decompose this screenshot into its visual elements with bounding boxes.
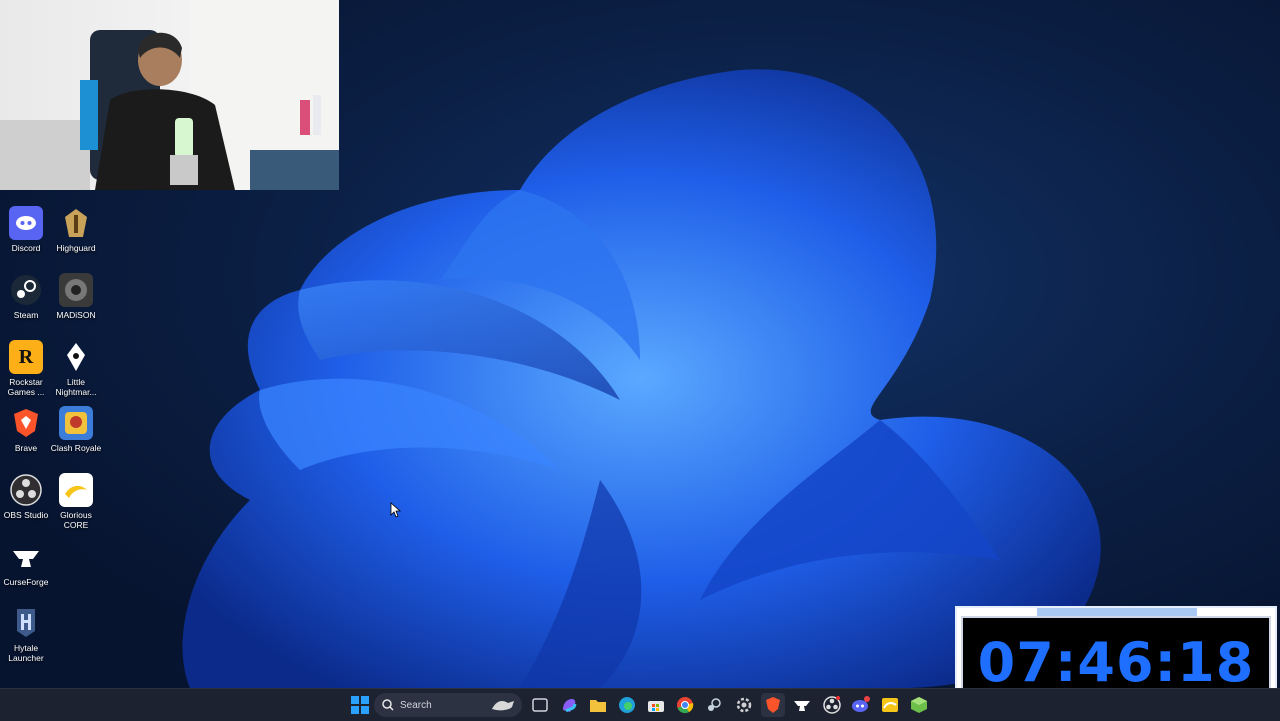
store-icon bbox=[648, 701, 664, 712]
desktop-icon-hytale[interactable]: Hytale Launcher bbox=[0, 606, 52, 663]
desktop-icon-label: Steam bbox=[13, 310, 39, 320]
desktop-icon-steam[interactable]: Steam bbox=[0, 273, 52, 320]
timer-overlay-top-accent bbox=[1037, 608, 1197, 616]
taskbar-file-explorer[interactable] bbox=[586, 693, 610, 717]
desktop-icon-label: CurseForge bbox=[3, 577, 49, 587]
rockstar-icon: R bbox=[9, 340, 43, 374]
webcam-overlay bbox=[0, 0, 339, 190]
timer-text: 07:46:18 bbox=[977, 630, 1255, 694]
file-explorer-icon bbox=[590, 700, 606, 712]
taskbar-task-view[interactable] bbox=[528, 693, 552, 717]
desktop-icon-glorious-core[interactable]: Glorious CORE bbox=[50, 473, 102, 530]
brave-icon bbox=[766, 697, 780, 713]
desktop-icon-madison[interactable]: MADiSON bbox=[50, 273, 102, 320]
desktop-icon-label: Little Nightmar... bbox=[55, 377, 97, 397]
desktop-icon-obs[interactable]: OBS Studio bbox=[0, 473, 52, 520]
hytale-icon bbox=[9, 606, 43, 640]
hytale-icon bbox=[911, 697, 927, 713]
taskbar-obs[interactable] bbox=[820, 693, 844, 717]
desktop-icon-label: Brave bbox=[14, 443, 38, 453]
mouse-cursor-icon bbox=[390, 502, 402, 518]
desktop-icon-label: Rockstar Games ... bbox=[7, 377, 45, 397]
desktop-icon-label: MADiSON bbox=[56, 310, 96, 320]
steam-icon bbox=[708, 698, 721, 711]
taskbar-chrome[interactable] bbox=[673, 693, 697, 717]
desktop-icon-little-nightmares[interactable]: Little Nightmar... bbox=[50, 340, 102, 397]
taskbar-edge[interactable] bbox=[615, 693, 639, 717]
taskbar-hytale[interactable] bbox=[907, 693, 931, 717]
search-highlight-icon bbox=[492, 701, 514, 711]
obs-icon bbox=[823, 696, 841, 714]
desktop-icon-brave[interactable]: Brave bbox=[0, 406, 52, 453]
taskbar-store[interactable] bbox=[644, 693, 668, 717]
task-view-icon bbox=[532, 698, 548, 712]
search-icon bbox=[382, 699, 394, 711]
curseforge-icon bbox=[794, 701, 810, 711]
obs-icon bbox=[9, 473, 43, 507]
desktop-icon-label: Discord bbox=[11, 243, 41, 253]
taskbar-brave[interactable] bbox=[761, 693, 785, 717]
edge-icon bbox=[619, 697, 635, 713]
clash-royale-icon bbox=[59, 406, 93, 440]
copilot-icon bbox=[563, 699, 577, 713]
desktop-icon-discord[interactable]: Discord bbox=[0, 206, 52, 253]
desktop-icon-curseforge[interactable]: CurseForge bbox=[0, 540, 52, 587]
madison-icon bbox=[59, 273, 93, 307]
taskbar-search[interactable]: Search bbox=[374, 693, 522, 717]
taskbar-curseforge[interactable] bbox=[790, 693, 814, 717]
taskbar: Search bbox=[0, 688, 1280, 721]
taskbar-settings[interactable] bbox=[732, 693, 756, 717]
start-icon bbox=[351, 696, 369, 714]
brave-icon bbox=[9, 406, 43, 440]
desktop-icon-label: OBS Studio bbox=[3, 510, 49, 520]
desktop-icon-rockstar[interactable]: R Rockstar Games ... bbox=[0, 340, 52, 397]
glorious-core-icon bbox=[882, 698, 898, 712]
search-label: Search bbox=[400, 699, 432, 711]
desktop-icon-highguard[interactable]: Highguard bbox=[50, 206, 102, 253]
highguard-icon bbox=[59, 206, 93, 240]
desktop-icon-label: Clash Royale bbox=[50, 443, 102, 453]
curseforge-icon bbox=[9, 540, 43, 574]
settings-icon bbox=[736, 697, 752, 713]
glorious-core-icon bbox=[59, 473, 93, 507]
desktop-icon-label: Highguard bbox=[56, 243, 96, 253]
discord-icon bbox=[852, 696, 870, 712]
desktop-icon-clash-royale[interactable]: Clash Royale bbox=[50, 406, 102, 453]
taskbar-steam[interactable] bbox=[702, 693, 726, 717]
taskbar-glorious-core[interactable] bbox=[878, 693, 902, 717]
taskbar-copilot[interactable] bbox=[557, 693, 581, 717]
taskbar-discord[interactable] bbox=[849, 693, 873, 717]
little-nightmares-icon bbox=[59, 340, 93, 374]
desktop-icon-label: Glorious CORE bbox=[60, 510, 92, 530]
start-button[interactable] bbox=[348, 693, 372, 717]
discord-icon bbox=[9, 206, 43, 240]
webcam-person-image bbox=[0, 0, 339, 190]
steam-icon bbox=[9, 273, 43, 307]
desktop-icon-label: Hytale Launcher bbox=[8, 643, 44, 663]
chrome-icon bbox=[677, 697, 694, 714]
